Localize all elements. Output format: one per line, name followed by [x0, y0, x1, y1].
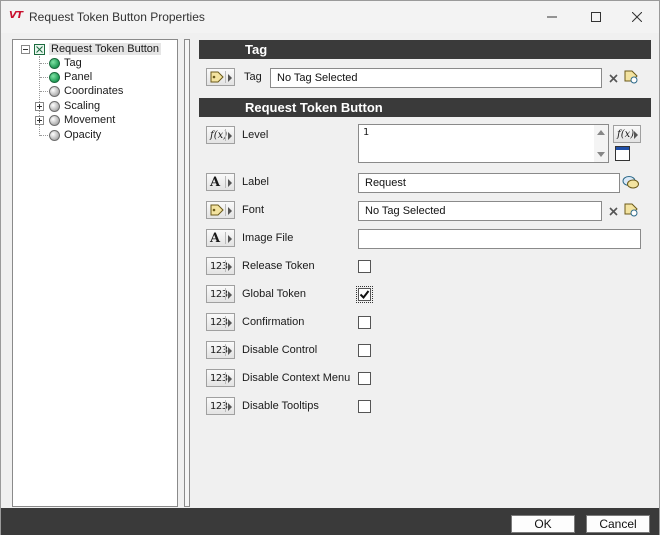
gray-ball-icon — [49, 100, 60, 112]
maximize-icon — [591, 12, 601, 22]
clear-font-button[interactable] — [604, 202, 622, 220]
tree-item-label: Scaling — [64, 100, 101, 112]
font-type-button[interactable] — [206, 201, 235, 219]
image-file-label: Image File — [242, 232, 294, 244]
tag-icon — [210, 71, 224, 83]
disable-control-type-button[interactable]: 123 — [206, 341, 235, 359]
disable-tooltips-label: Disable Tooltips — [242, 400, 319, 412]
clear-icon — [608, 73, 618, 83]
label-label: Label — [242, 176, 269, 188]
maximize-button[interactable] — [574, 1, 618, 33]
green-ball-icon — [49, 57, 60, 69]
image-file-type-button[interactable]: A — [206, 229, 235, 247]
close-icon — [632, 12, 642, 22]
tree-item-label: Movement — [64, 114, 116, 126]
scroll-up-icon[interactable] — [597, 130, 605, 135]
window-icon — [614, 145, 630, 161]
scroll-down-icon[interactable] — [597, 152, 605, 157]
tree-item-opacity[interactable]: Opacity — [49, 128, 101, 142]
collapse-icon[interactable] — [21, 44, 30, 54]
level-label: Level — [242, 129, 269, 141]
confirmation-label: Confirmation — [242, 316, 305, 328]
release-token-label: Release Token — [242, 260, 315, 272]
level-field[interactable]: 1 — [358, 124, 609, 163]
tag-label: Tag — [244, 71, 262, 83]
clear-icon — [608, 206, 618, 216]
tree-item-label: Coordinates — [64, 85, 124, 97]
tag-browse-icon — [624, 70, 638, 84]
global-token-label: Global Token — [242, 288, 307, 300]
gray-ball-icon — [49, 114, 60, 126]
disable-tooltips-checkbox[interactable] — [358, 400, 371, 413]
disable-context-menu-label: Disable Context Menu — [242, 372, 351, 384]
green-ball-icon — [49, 71, 60, 83]
minimize-button[interactable] — [530, 1, 574, 33]
expand-icon[interactable] — [35, 115, 44, 125]
ok-button[interactable]: OK — [511, 515, 575, 533]
confirmation-checkbox[interactable] — [358, 316, 371, 329]
release-token-type-button[interactable]: 123 — [206, 257, 235, 275]
release-token-checkbox[interactable] — [358, 260, 371, 273]
level-window-button[interactable] — [613, 144, 631, 162]
disable-control-checkbox[interactable] — [358, 344, 371, 357]
checkmark-icon — [359, 290, 370, 300]
expand-icon[interactable] — [35, 101, 44, 111]
clear-tag-button[interactable] — [604, 69, 622, 87]
tree-item-scaling[interactable]: Scaling — [35, 99, 100, 113]
button-node-icon — [34, 43, 45, 55]
disable-context-menu-type-button[interactable]: 123 — [206, 369, 235, 387]
tree-item-label: Opacity — [64, 129, 102, 141]
tag-section-header: Tag — [199, 40, 651, 59]
tree-item-label: Tag — [64, 57, 82, 69]
label-language-button[interactable] — [622, 173, 640, 191]
text-a-icon: A — [210, 174, 221, 190]
property-tree[interactable]: Request Token Button Tag Panel Coordinat… — [12, 39, 178, 507]
level-scrollbar[interactable] — [594, 125, 608, 162]
level-expression-button[interactable]: f(x) — [206, 126, 235, 144]
tree-root-label: Request Token Button — [49, 43, 162, 55]
close-button[interactable] — [615, 1, 659, 33]
cancel-button[interactable]: Cancel — [586, 515, 650, 533]
disable-context-menu-checkbox[interactable] — [358, 372, 371, 385]
gray-ball-icon — [49, 129, 60, 141]
level-fx-button[interactable]: f(x) — [613, 125, 641, 143]
tree-item-tag[interactable]: Tag — [49, 56, 82, 70]
speech-bubble-icon — [622, 175, 639, 188]
tag-icon — [210, 204, 224, 216]
browse-font-button[interactable] — [622, 201, 640, 219]
disable-control-label: Disable Control — [242, 344, 318, 356]
label-field[interactable]: Request — [358, 173, 620, 193]
global-token-type-button[interactable]: 123 — [206, 285, 235, 303]
global-token-checkbox[interactable] — [356, 286, 373, 303]
tree-item-movement[interactable]: Movement — [35, 113, 115, 127]
text-a-icon: A — [210, 230, 221, 246]
tree-item-panel[interactable]: Panel — [49, 70, 92, 84]
properties-dialog: VT Request Token Button Properties Reque… — [0, 0, 660, 535]
tag-browse-icon — [624, 203, 638, 217]
level-value: 1 — [363, 127, 370, 138]
window-title: Request Token Button Properties — [29, 10, 205, 24]
tree-item-coordinates[interactable]: Coordinates — [49, 84, 123, 98]
title-bar[interactable]: VT Request Token Button Properties — [1, 1, 659, 33]
font-field[interactable]: No Tag Selected — [358, 201, 602, 221]
splitter-handle[interactable] — [184, 39, 190, 507]
label-type-button[interactable]: A — [206, 173, 235, 191]
disable-tooltips-type-button[interactable]: 123 — [206, 397, 235, 415]
tag-field[interactable]: No Tag Selected — [270, 68, 602, 88]
confirmation-type-button[interactable]: 123 — [206, 313, 235, 331]
font-label: Font — [242, 204, 265, 216]
minimize-icon — [547, 16, 557, 18]
gray-ball-icon — [49, 85, 60, 97]
browse-tag-button[interactable] — [622, 68, 640, 86]
tag-type-button[interactable] — [206, 68, 235, 86]
app-logo-icon: VT — [9, 10, 23, 21]
button-section-header: Request Token Button — [199, 98, 651, 117]
fx-icon: f(x) — [617, 128, 635, 140]
image-file-field[interactable] — [358, 229, 641, 249]
tree-root-request-token-button[interactable]: Request Token Button — [21, 42, 162, 56]
tree-item-label: Panel — [64, 71, 93, 83]
